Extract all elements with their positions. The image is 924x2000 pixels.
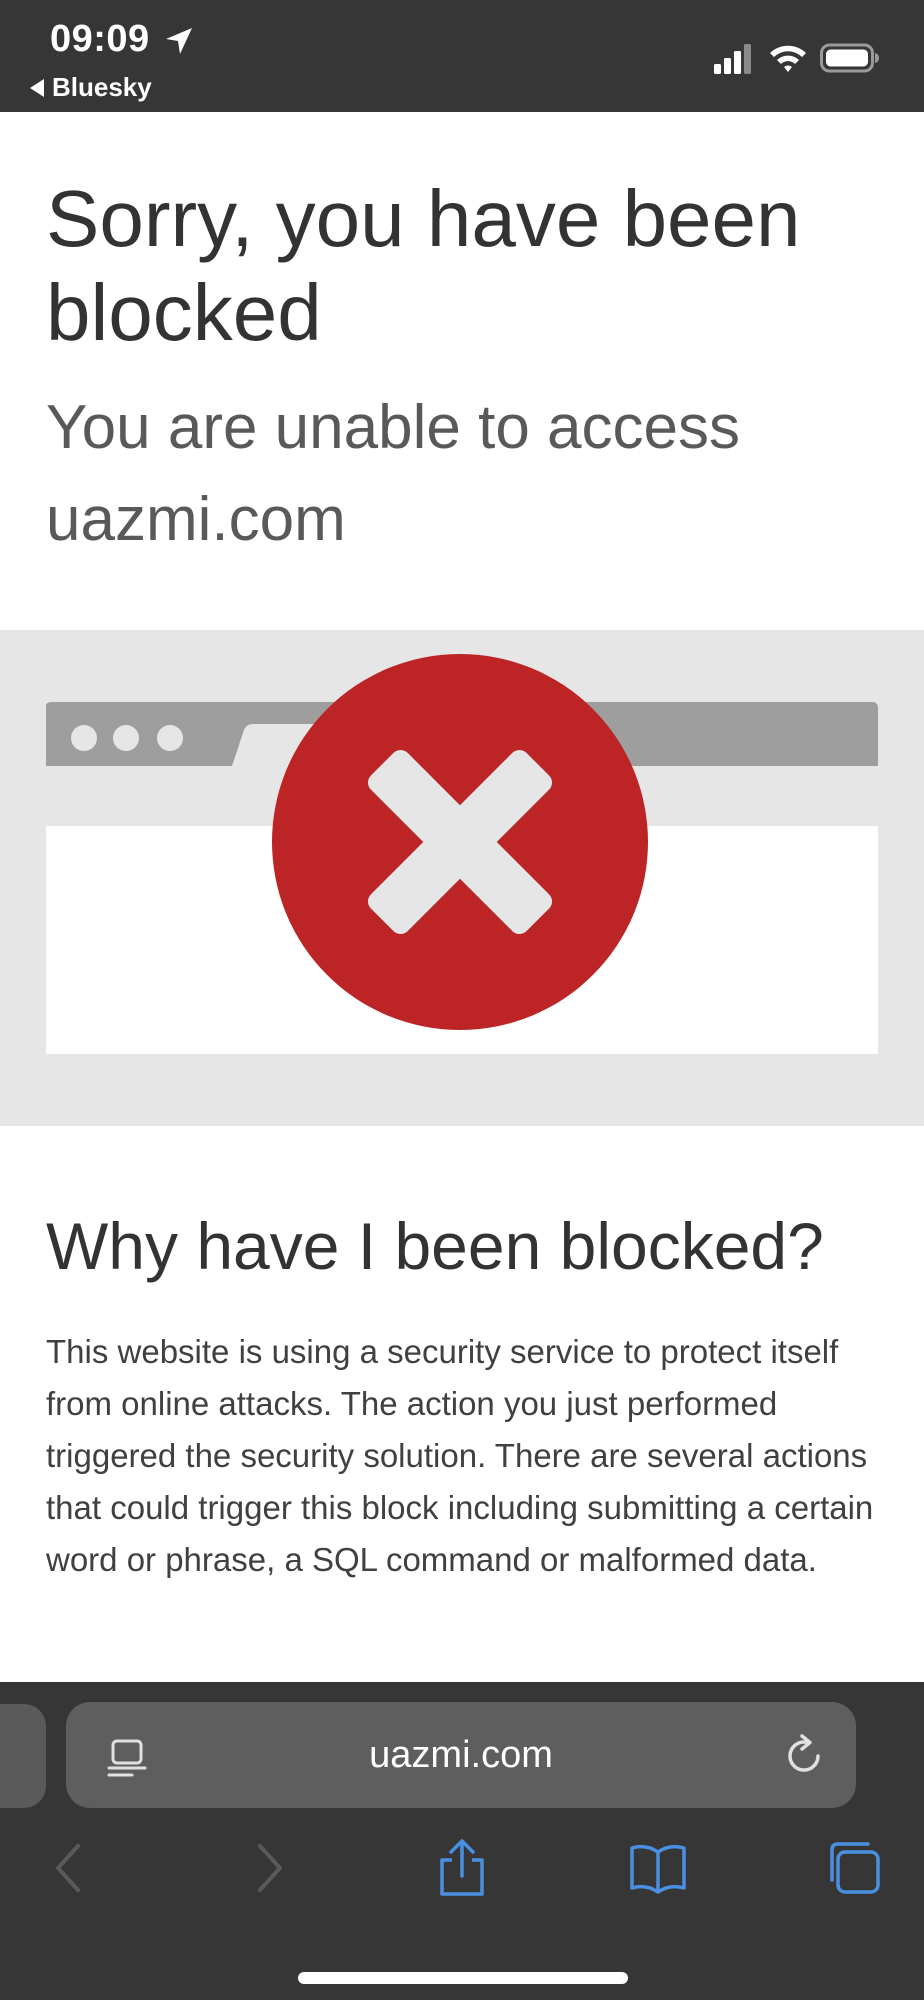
section-heading: Why have I been blocked? <box>46 1209 824 1283</box>
blocked-illustration <box>0 630 924 1126</box>
safari-page: 09:09 Bluesky Sorry, you have been block… <box>0 0 924 2000</box>
back-triangle-icon <box>30 78 44 97</box>
status-bar: 09:09 Bluesky <box>0 0 924 112</box>
previous-tab-preview[interactable] <box>0 1704 46 1808</box>
explanation-section: Why have I been blocked? This website is… <box>0 1126 924 1682</box>
bookmarks-icon[interactable] <box>628 1838 688 1898</box>
address-bar[interactable]: uazmi.com <box>66 1702 856 1808</box>
address-text[interactable]: uazmi.com <box>66 1734 856 1777</box>
page-title: Sorry, you have been blocked <box>46 174 801 357</box>
location-arrow-icon <box>166 28 192 54</box>
browser-toolbar: uazmi.com <box>0 1682 924 2000</box>
home-indicator[interactable] <box>298 1972 628 1984</box>
wifi-icon <box>770 45 806 72</box>
status-time: 09:09 <box>50 18 150 60</box>
section-body: This website is using a security service… <box>46 1333 874 1578</box>
back-icon[interactable] <box>40 1838 100 1898</box>
reload-icon[interactable] <box>782 1734 826 1778</box>
forward-icon[interactable] <box>238 1838 298 1898</box>
back-app-label: Bluesky <box>52 72 152 102</box>
share-icon[interactable] <box>432 1838 492 1898</box>
back-to-app-button[interactable]: Bluesky <box>30 72 152 103</box>
signal-icon <box>714 44 751 74</box>
tabs-icon[interactable] <box>824 1838 884 1898</box>
page-subtitle: You are unable to access uazmi.com <box>46 393 740 554</box>
battery-icon <box>820 43 879 73</box>
block-header: Sorry, you have been blocked You are una… <box>0 112 924 630</box>
browser-window-icon <box>46 654 878 1054</box>
blocked-x-icon <box>272 654 648 1030</box>
